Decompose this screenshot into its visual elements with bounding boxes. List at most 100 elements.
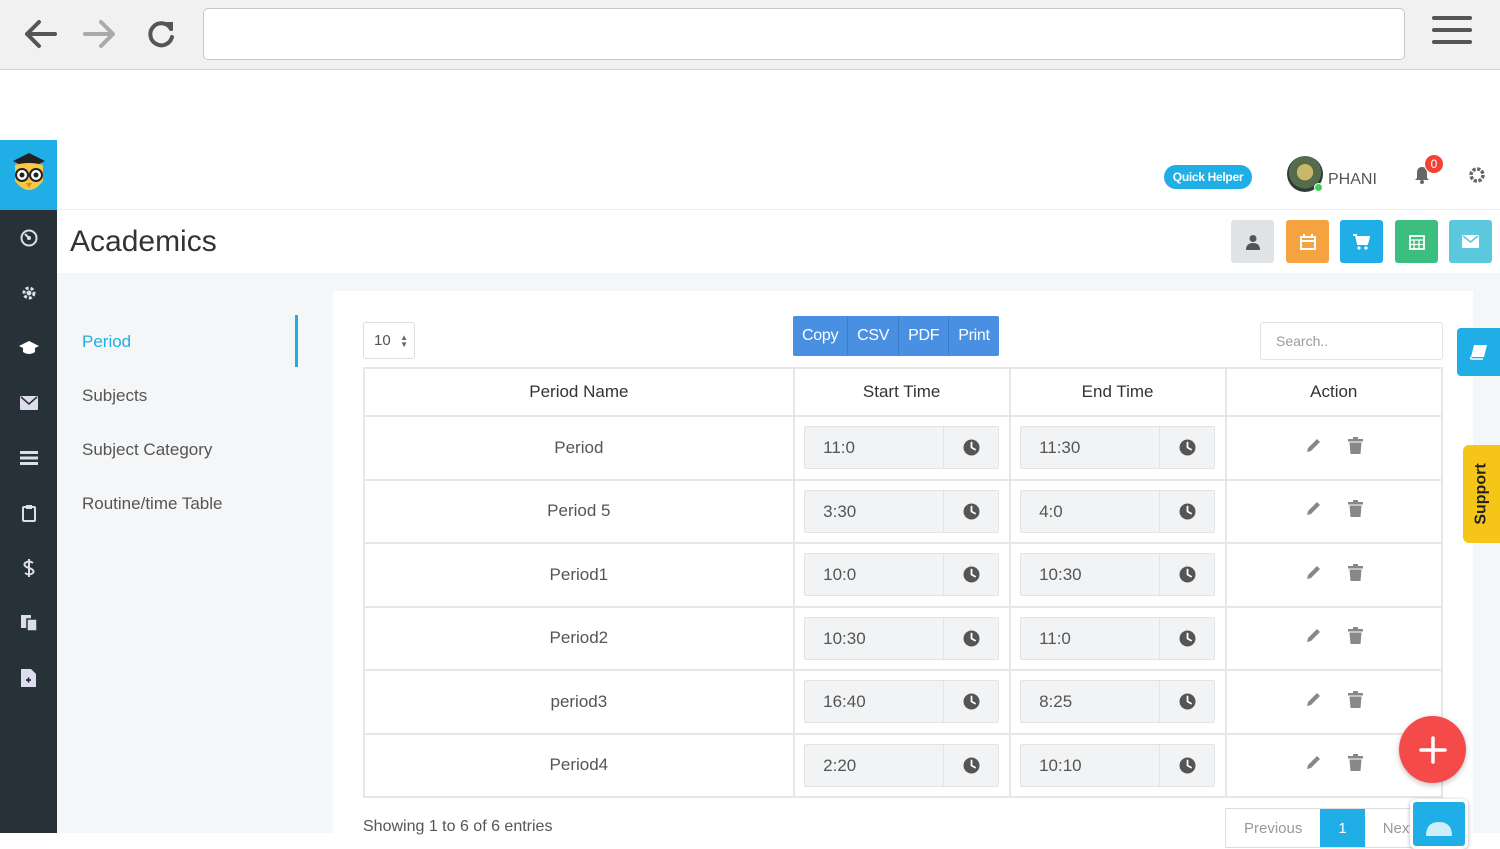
end-time-clock-button[interactable]	[1160, 745, 1214, 786]
start-time-clock-button[interactable]	[944, 427, 998, 468]
start-time-picker[interactable]: 10:30	[804, 616, 1000, 660]
settings-button[interactable]	[1468, 166, 1486, 189]
address-bar[interactable]	[203, 8, 1405, 60]
start-time-picker[interactable]: 11:0	[804, 426, 1000, 470]
reload-button[interactable]	[141, 14, 181, 54]
end-time-value[interactable]: 10:10	[1021, 744, 1161, 786]
start-time-picker[interactable]: 10:0	[804, 553, 1000, 597]
pencil-icon	[1306, 502, 1320, 516]
sidebar-clipboard[interactable]	[0, 493, 57, 533]
sidebar-reports[interactable]	[0, 658, 57, 698]
start-time-picker[interactable]: 3:30	[804, 489, 1000, 533]
end-time-value[interactable]: 10:30	[1021, 554, 1161, 596]
end-time-clock-button[interactable]	[1160, 554, 1214, 595]
edit-button[interactable]	[1305, 564, 1322, 586]
edit-button[interactable]	[1305, 754, 1322, 776]
browser-menu-button[interactable]	[1432, 16, 1472, 52]
end-time-picker[interactable]: 10:10	[1020, 743, 1216, 787]
column-header-end-time[interactable]: End Time	[1008, 367, 1227, 417]
column-header-period-name[interactable]: Period Name	[363, 367, 795, 417]
page-length-select[interactable]: 10 ▲ ▼	[363, 322, 415, 359]
subnav-item-period[interactable]: Period	[82, 332, 131, 352]
quick-calendar-button[interactable]	[1395, 220, 1438, 263]
start-time-value[interactable]: 10:0	[805, 554, 945, 596]
delete-button[interactable]	[1347, 627, 1363, 649]
start-time-value[interactable]: 10:30	[805, 617, 945, 659]
delete-button[interactable]	[1347, 436, 1363, 459]
add-button[interactable]	[1399, 716, 1466, 783]
sidebar-messages[interactable]	[0, 383, 57, 423]
action-cell	[1224, 605, 1444, 671]
delete-button[interactable]	[1347, 500, 1363, 522]
delete-button[interactable]	[1347, 754, 1363, 776]
support-tab[interactable]: Support	[1463, 445, 1500, 543]
end-time-clock-button[interactable]	[1160, 427, 1214, 468]
pagination-page-1[interactable]: 1	[1320, 809, 1365, 847]
end-time-value[interactable]: 11:30	[1021, 427, 1161, 469]
start-time-picker[interactable]: 16:40	[804, 680, 1000, 724]
end-time-clock-button[interactable]	[1160, 618, 1214, 659]
app-logo[interactable]	[0, 140, 57, 210]
cart-icon	[1353, 233, 1370, 250]
start-time-clock-button[interactable]	[944, 745, 998, 786]
sidebar-dashboard[interactable]	[0, 218, 57, 258]
table-body: Period 11:0 11:30 Period 5 3:30 4:0 Period1 10:…	[363, 415, 1444, 798]
end-time-picker[interactable]: 4:0	[1020, 489, 1216, 533]
csv-button[interactable]: CSV	[848, 316, 900, 356]
back-button[interactable]	[20, 14, 60, 54]
quick-event-button[interactable]	[1286, 220, 1329, 263]
sidebar-settings[interactable]	[0, 273, 57, 313]
edit-button[interactable]	[1305, 437, 1322, 459]
end-time-value[interactable]: 11:0	[1021, 617, 1161, 659]
edit-button[interactable]	[1305, 691, 1322, 713]
end-time-picker[interactable]: 11:0	[1020, 616, 1216, 660]
start-time-picker[interactable]: 2:20	[804, 743, 1000, 787]
subnav-item-routine[interactable]: Routine/time Table	[82, 494, 223, 514]
end-time-value[interactable]: 4:0	[1021, 490, 1161, 532]
chat-button[interactable]	[1410, 799, 1468, 849]
sidebar-records[interactable]	[0, 438, 57, 478]
start-time-value[interactable]: 11:0	[805, 427, 945, 469]
end-time-picker[interactable]: 11:30	[1020, 426, 1216, 470]
pencil-icon	[1306, 756, 1320, 770]
edit-button[interactable]	[1305, 500, 1322, 522]
subnav-item-subjects[interactable]: Subjects	[82, 386, 147, 406]
pagination-previous[interactable]: Previous	[1226, 809, 1320, 847]
print-button[interactable]: Print	[949, 316, 998, 356]
quick-store-button[interactable]	[1340, 220, 1383, 263]
delete-button[interactable]	[1347, 690, 1363, 713]
end-time-picker[interactable]: 8:25	[1020, 680, 1216, 724]
start-time-value[interactable]: 16:40	[805, 681, 945, 723]
quick-mail-button[interactable]	[1449, 220, 1492, 263]
pencil-icon	[1306, 629, 1320, 643]
username[interactable]: PHANI	[1328, 171, 1377, 189]
column-header-start-time[interactable]: Start Time	[792, 367, 1011, 417]
subnav-item-subject-category[interactable]: Subject Category	[82, 440, 212, 460]
end-time-picker[interactable]: 10:30	[1020, 553, 1216, 597]
action-cell	[1224, 415, 1444, 481]
start-time-clock-button[interactable]	[944, 618, 998, 659]
sidebar-documents[interactable]	[0, 603, 57, 643]
quick-helper-button[interactable]: Quick Helper	[1164, 165, 1252, 189]
start-time-clock-button[interactable]	[944, 681, 998, 722]
clock-icon	[963, 693, 980, 710]
browser-toolbar	[0, 0, 1500, 70]
end-time-value[interactable]: 8:25	[1021, 681, 1161, 723]
start-time-clock-button[interactable]	[944, 554, 998, 595]
end-time-clock-button[interactable]	[1160, 491, 1214, 532]
start-time-value[interactable]: 3:30	[805, 490, 945, 532]
forward-button[interactable]	[80, 14, 120, 54]
search-input[interactable]	[1260, 322, 1443, 360]
edit-button[interactable]	[1305, 627, 1322, 649]
start-time-clock-button[interactable]	[944, 491, 998, 532]
pencil-icon	[1306, 565, 1320, 579]
guide-tab[interactable]	[1457, 328, 1500, 376]
start-time-value[interactable]: 2:20	[805, 744, 945, 786]
delete-button[interactable]	[1347, 563, 1363, 586]
sidebar-academics[interactable]	[0, 328, 57, 368]
pdf-button[interactable]: PDF	[899, 316, 950, 356]
quick-user-button[interactable]	[1231, 220, 1274, 263]
sidebar-finance[interactable]	[0, 548, 57, 588]
end-time-clock-button[interactable]	[1160, 681, 1214, 722]
copy-button[interactable]: Copy	[793, 316, 849, 356]
